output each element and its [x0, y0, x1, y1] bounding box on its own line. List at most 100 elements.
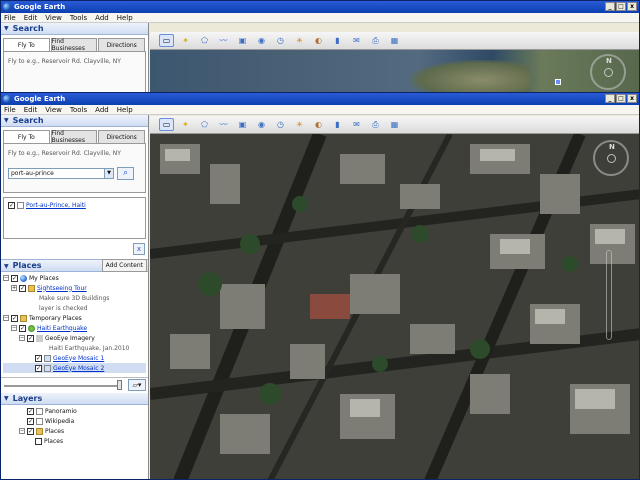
path-icon[interactable]: 〰	[216, 34, 231, 47]
tab-fly-to[interactable]: Fly To	[3, 130, 50, 143]
result-link[interactable]: Port-au-Prince, Haiti	[26, 202, 86, 209]
menu-file[interactable]: File	[4, 14, 16, 22]
result-checkbox[interactable]: ✓	[8, 201, 15, 209]
layer-item-panoramio[interactable]: ✓ Panoramio	[3, 406, 146, 416]
opacity-slider[interactable]	[4, 385, 122, 387]
menu-edit[interactable]: Edit	[24, 14, 38, 22]
layer-checkbox[interactable]: ✓	[27, 427, 34, 435]
item-checkbox[interactable]: ✓	[11, 274, 18, 282]
image-overlay-icon[interactable]: ▣	[235, 34, 250, 47]
item-checkbox[interactable]: ✓	[11, 314, 18, 322]
maximize-button[interactable]: □	[616, 94, 626, 103]
menu-tools[interactable]: Tools	[70, 106, 87, 114]
collapse-icon[interactable]: −	[3, 275, 9, 281]
layers-panel-header[interactable]: ▼ Layers	[1, 393, 148, 405]
ruler-icon[interactable]: ▮	[330, 34, 345, 47]
map-view[interactable]: N	[150, 134, 639, 479]
menu-tools[interactable]: Tools	[70, 14, 87, 22]
zoom-slider[interactable]	[606, 250, 612, 340]
collapse-icon[interactable]: −	[19, 335, 25, 341]
tree-item-geoeye-mosaic-1[interactable]: ✓ GeoEye Mosaic 1	[3, 353, 146, 363]
tab-fly-to[interactable]: Fly To	[3, 38, 50, 51]
sunlight-icon[interactable]: ☀	[292, 118, 307, 131]
print-icon[interactable]: ⎙	[368, 34, 383, 47]
placemark-icon[interactable]: ✦	[178, 34, 193, 47]
tree-item-geoeye-mosaic-2[interactable]: ✓ GeoEye Mosaic 2	[3, 363, 146, 373]
layer-item-wikipedia[interactable]: ✓ Wikipedia	[3, 416, 146, 426]
tab-find-businesses[interactable]: Find Businesses	[50, 130, 98, 144]
tour-icon[interactable]: ◉	[254, 34, 269, 47]
menu-view[interactable]: View	[45, 14, 62, 22]
placemark-icon[interactable]: ✦	[178, 118, 193, 131]
search-panel-header[interactable]: ▼ Search	[1, 23, 148, 35]
menu-add[interactable]: Add	[95, 14, 109, 22]
item-checkbox[interactable]: ✓	[35, 354, 42, 362]
map-view-back[interactable]: N	[150, 50, 639, 95]
clear-results-button[interactable]: x	[133, 243, 145, 255]
tree-item-my-places[interactable]: − ✓ My Places	[3, 273, 146, 283]
tree-item-link[interactable]: GeoEye Mosaic 2	[53, 365, 104, 372]
tour-icon[interactable]: ◉	[254, 118, 269, 131]
tree-item-haiti-earthquake[interactable]: − ✓ Haiti Earthquake	[3, 323, 146, 333]
tree-item-geoeye-imagery[interactable]: − ✓ GeoEye Imagery	[3, 333, 146, 343]
item-checkbox[interactable]: ✓	[27, 334, 34, 342]
tree-item-sightseeing-tour[interactable]: + ✓ Sightseeing Tour	[3, 283, 146, 293]
add-content-button[interactable]: Add Content	[101, 259, 147, 272]
email-icon[interactable]: ✉	[349, 118, 364, 131]
opacity-slider-thumb[interactable]	[117, 380, 122, 390]
sunlight-icon[interactable]: ☀	[292, 34, 307, 47]
tree-item-link[interactable]: Haiti Earthquake	[37, 325, 87, 332]
planet-icon[interactable]: ◐	[311, 118, 326, 131]
google-maps-icon[interactable]: ▦	[387, 118, 402, 131]
minimize-button[interactable]: _	[605, 2, 615, 11]
item-checkbox[interactable]: ✓	[19, 284, 26, 292]
menu-file[interactable]: File	[4, 106, 16, 114]
email-icon[interactable]: ✉	[349, 34, 364, 47]
layer-item-places[interactable]: − ✓ Places	[3, 426, 146, 436]
dropdown-arrow-icon[interactable]: ▼	[104, 169, 113, 178]
navigation-compass-back-icon[interactable]: N	[590, 54, 626, 90]
historical-imagery-icon[interactable]: ◷	[273, 118, 288, 131]
collapse-icon[interactable]: −	[3, 315, 9, 321]
menu-add[interactable]: Add	[95, 106, 109, 114]
search-button[interactable]: ⌕	[117, 167, 134, 180]
layer-checkbox[interactable]: ✓	[27, 417, 34, 425]
maximize-button[interactable]: □	[616, 2, 626, 11]
search-panel-header[interactable]: ▼ Search	[1, 115, 148, 127]
menu-view[interactable]: View	[45, 106, 62, 114]
minimize-button[interactable]: _	[605, 94, 615, 103]
sidebar-toggle-icon[interactable]: ▭	[159, 118, 174, 131]
layer-checkbox[interactable]	[35, 437, 42, 445]
item-checkbox[interactable]: ✓	[35, 364, 42, 372]
tree-item-link[interactable]: Sightseeing Tour	[37, 285, 87, 292]
google-maps-icon[interactable]: ▦	[387, 34, 402, 47]
tab-find-businesses[interactable]: Find Businesses	[50, 38, 98, 52]
collapse-icon[interactable]: −	[19, 428, 25, 434]
collapse-icon[interactable]: −	[11, 325, 17, 331]
item-checkbox[interactable]: ✓	[19, 324, 26, 332]
expand-icon[interactable]: +	[11, 285, 17, 291]
search-result-item[interactable]: ✓ Port-au-Prince, Haiti	[8, 200, 141, 210]
menu-edit[interactable]: Edit	[24, 106, 38, 114]
print-icon[interactable]: ⎙	[368, 118, 383, 131]
navigation-compass-icon[interactable]: N	[593, 140, 629, 176]
folder-open-icon[interactable]: ▱▾	[128, 379, 146, 391]
planet-icon[interactable]: ◐	[311, 34, 326, 47]
polygon-icon[interactable]: ⬠	[197, 34, 212, 47]
close-button[interactable]: x	[627, 94, 637, 103]
layer-item-places-sub[interactable]: Places	[3, 436, 146, 446]
tab-directions[interactable]: Directions	[98, 130, 146, 143]
menu-help[interactable]: Help	[117, 14, 133, 22]
search-input[interactable]: port-au-prince ▼	[8, 168, 114, 179]
tree-item-temporary-places[interactable]: − ✓ Temporary Places	[3, 313, 146, 323]
sidebar-toggle-icon[interactable]: ▭	[159, 34, 174, 47]
layer-checkbox[interactable]: ✓	[27, 407, 34, 415]
tree-item-link[interactable]: GeoEye Mosaic 1	[53, 355, 104, 362]
polygon-icon[interactable]: ⬠	[197, 118, 212, 131]
ruler-icon[interactable]: ▮	[330, 118, 345, 131]
image-overlay-icon[interactable]: ▣	[235, 118, 250, 131]
tab-directions[interactable]: Directions	[98, 38, 146, 51]
menu-help[interactable]: Help	[117, 106, 133, 114]
places-panel-header[interactable]: ▼ Places Add Content	[1, 259, 148, 272]
historical-imagery-icon[interactable]: ◷	[273, 34, 288, 47]
